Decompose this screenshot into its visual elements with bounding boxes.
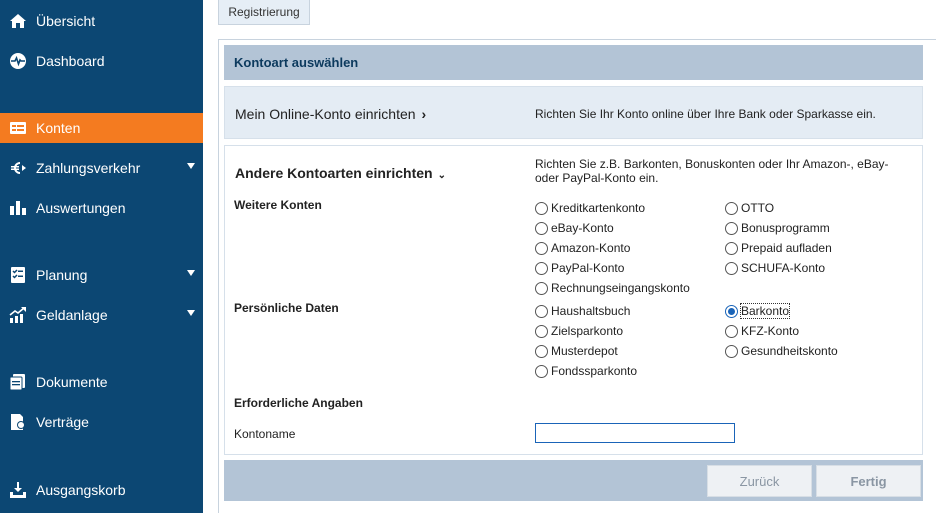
sidebar-item-label: Verträge: [36, 414, 89, 430]
sidebar: Übersicht Dashboard Konten Zahlungsverke…: [0, 0, 203, 513]
sidebar-item-label: Ausgangskorb: [36, 482, 126, 498]
sidebar-item-label: Zahlungsverkehr: [36, 160, 141, 176]
radio-amazon-konto[interactable]: Amazon-Konto: [535, 240, 630, 256]
other-accounts-title: Andere Kontoarten einrichten: [235, 165, 433, 181]
sidebar-item-konten[interactable]: Konten: [0, 113, 203, 143]
accounts-icon: [8, 119, 28, 137]
radio-kreditkartenkonto[interactable]: Kreditkartenkonto: [535, 200, 645, 216]
other-accounts-toggle[interactable]: Andere Kontoarten einrichten ⌄: [235, 165, 446, 181]
sidebar-item-label: Planung: [36, 267, 88, 283]
other-accounts-section: Andere Kontoarten einrichten ⌄ Richten Si…: [224, 145, 923, 455]
chevron-down-icon: [187, 270, 195, 276]
radio-circle[interactable]: [535, 201, 548, 215]
radio-kfz-konto[interactable]: KFZ-Konto: [725, 323, 799, 339]
section-persoenliche-daten: Persönliche Daten: [234, 301, 339, 315]
radio-circle[interactable]: [535, 241, 548, 255]
page-title: Kontoart auswählen: [224, 45, 923, 80]
radio-circle[interactable]: [725, 221, 738, 235]
radio-circle-selected[interactable]: [725, 304, 738, 318]
back-button[interactable]: Zurück: [707, 465, 812, 497]
sidebar-item-auswertungen[interactable]: Auswertungen: [0, 193, 203, 223]
kontoname-label: Kontoname: [234, 427, 296, 441]
radio-fondssparkonto[interactable]: Fondssparkonto: [535, 363, 637, 379]
radio-circle[interactable]: [725, 261, 738, 275]
section-erforderliche-angaben: Erforderliche Angaben: [234, 396, 363, 410]
radio-paypal-konto[interactable]: PayPal-Konto: [535, 260, 624, 276]
chevron-down-icon: [187, 310, 195, 316]
sidebar-item-dashboard[interactable]: Dashboard: [0, 46, 203, 76]
sidebar-item-label: Geldanlage: [36, 307, 108, 323]
radio-haushaltsbuch[interactable]: Haushaltsbuch: [535, 303, 630, 319]
sidebar-item-vertraege[interactable]: Verträge: [0, 407, 203, 437]
online-account-link[interactable]: Mein Online-Konto einrichten ›: [235, 106, 426, 122]
radio-circle[interactable]: [535, 324, 548, 338]
kontoname-input[interactable]: [535, 423, 735, 443]
sidebar-item-geldanlage[interactable]: Geldanlage: [0, 300, 203, 330]
euro-transfer-icon: [8, 159, 28, 177]
radio-circle[interactable]: [535, 221, 548, 235]
growth-chart-icon: [8, 306, 28, 324]
radio-musterdepot[interactable]: Musterdepot: [535, 343, 618, 359]
radio-rechnungseingangskonto[interactable]: Rechnungseingangskonto: [535, 280, 690, 296]
documents-icon: [8, 373, 28, 391]
sidebar-item-label: Auswertungen: [36, 200, 126, 216]
sidebar-item-ausgangskorb[interactable]: Ausgangskorb: [0, 475, 203, 505]
home-icon: [8, 12, 28, 30]
tab-registrierung[interactable]: Registrierung: [218, 0, 310, 25]
sidebar-item-zahlungsverkehr[interactable]: Zahlungsverkehr: [0, 153, 203, 183]
chevron-down-icon: ⌄: [437, 170, 446, 181]
bar-chart-icon: [8, 199, 28, 217]
radio-circle[interactable]: [535, 304, 548, 318]
online-account-section: Mein Online-Konto einrichten › Richten Si…: [224, 86, 923, 139]
sidebar-item-label: Konten: [36, 120, 81, 136]
radio-circle[interactable]: [535, 261, 548, 275]
radio-barkonto[interactable]: Barkonto: [725, 303, 791, 319]
sidebar-item-uebersicht[interactable]: Übersicht: [0, 6, 203, 36]
online-account-description: Richten Sie Ihr Konto online über Ihre B…: [535, 107, 876, 121]
radio-circle[interactable]: [725, 241, 738, 255]
radio-circle[interactable]: [725, 344, 738, 358]
sidebar-item-label: Übersicht: [36, 13, 96, 29]
online-account-link-label: Mein Online-Konto einrichten: [235, 106, 416, 122]
sidebar-item-label: Dashboard: [36, 53, 105, 69]
radio-schufa-konto[interactable]: SCHUFA-Konto: [725, 260, 825, 276]
sidebar-item-planung[interactable]: Planung: [0, 260, 203, 290]
radio-gesundheitskonto[interactable]: Gesundheitskonto: [725, 343, 838, 359]
radio-otto[interactable]: OTTO: [725, 200, 774, 216]
radio-circle[interactable]: [725, 324, 738, 338]
radio-ebay-konto[interactable]: eBay-Konto: [535, 220, 614, 236]
footer-bar: Zurück Fertig: [224, 460, 923, 501]
checklist-icon: [8, 266, 28, 284]
outbox-icon: [8, 481, 28, 499]
chevron-right-icon: ›: [421, 106, 427, 122]
section-weitere-konten: Weitere Konten: [234, 198, 322, 212]
radio-circle[interactable]: [535, 281, 548, 295]
finish-button[interactable]: Fertig: [816, 465, 921, 497]
pulse-icon: [8, 52, 28, 70]
sidebar-item-label: Dokumente: [36, 374, 108, 390]
radio-zielsparkonto[interactable]: Zielsparkonto: [535, 323, 623, 339]
chevron-down-icon: [187, 163, 195, 169]
radio-prepaid-aufladen[interactable]: Prepaid aufladen: [725, 240, 832, 256]
radio-bonusprogramm[interactable]: Bonusprogramm: [725, 220, 830, 236]
radio-circle[interactable]: [535, 364, 548, 378]
radio-circle[interactable]: [725, 201, 738, 215]
radio-circle[interactable]: [535, 344, 548, 358]
other-accounts-description: Richten Sie z.B. Barkonten, Bonuskonten …: [535, 157, 889, 185]
sidebar-item-dokumente[interactable]: Dokumente: [0, 367, 203, 397]
contract-icon: [8, 413, 28, 431]
